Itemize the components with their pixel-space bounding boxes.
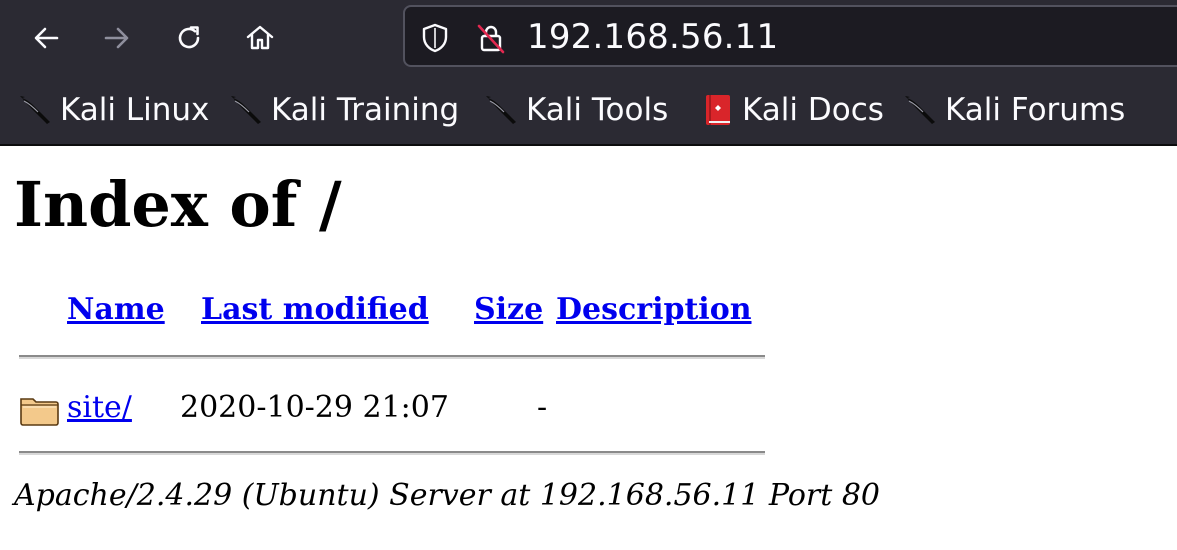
kali-dragon-icon: [486, 96, 516, 124]
kali-dragon-icon: [905, 96, 935, 124]
url-text[interactable]: 192.168.56.11: [527, 17, 778, 57]
page-content: Index of / Name Last modified Size Descr…: [0, 146, 1177, 550]
column-header-description[interactable]: Description: [556, 292, 752, 327]
bookmarks-toolbar: Kali Linux Kali Training Kali Tools Kali…: [0, 76, 1177, 146]
home-button[interactable]: [240, 18, 280, 58]
bookmark-kali-linux[interactable]: Kali Linux: [18, 90, 209, 130]
kali-dragon-icon: [20, 96, 50, 124]
arrow-left-icon: [34, 27, 59, 49]
divider: [19, 355, 765, 359]
insecure-lock-icon[interactable]: [475, 22, 507, 54]
bookmark-label: Kali Forums: [945, 92, 1126, 128]
reload-icon: [178, 26, 200, 49]
kali-docs-book-icon: [706, 95, 730, 125]
bookmark-kali-forums[interactable]: Kali Forums: [903, 90, 1125, 130]
browser-toolbar: 192.168.56.11: [0, 0, 1177, 76]
shield-icon[interactable]: [419, 22, 451, 54]
address-bar[interactable]: 192.168.56.11: [403, 5, 1177, 67]
reload-button[interactable]: [169, 18, 209, 58]
bookmark-label: Kali Docs: [742, 92, 884, 128]
file-link-site[interactable]: site/: [67, 390, 132, 425]
size-value: -: [537, 390, 548, 425]
bookmark-kali-docs[interactable]: Kali Docs: [700, 90, 884, 130]
back-button[interactable]: [26, 18, 66, 58]
bookmark-label: Kali Linux: [60, 92, 210, 128]
forward-button[interactable]: [97, 18, 137, 58]
bookmark-label: Kali Training: [271, 92, 460, 128]
column-header-last-modified[interactable]: Last modified: [201, 292, 429, 327]
column-header-size[interactable]: Size: [474, 292, 543, 327]
page-title: Index of /: [14, 168, 342, 241]
server-signature: Apache/2.4.29 (Ubuntu) Server at 192.168…: [14, 478, 881, 513]
divider: [19, 451, 765, 455]
home-icon: [246, 25, 274, 50]
bookmark-label: Kali Tools: [526, 92, 669, 128]
bookmark-kali-training[interactable]: Kali Training: [229, 90, 459, 130]
bookmark-kali-tools[interactable]: Kali Tools: [484, 90, 668, 130]
arrow-right-icon: [104, 27, 129, 49]
kali-dragon-icon: [231, 96, 261, 124]
last-modified-value: 2020-10-29 21:07: [180, 390, 449, 425]
column-header-name[interactable]: Name: [67, 292, 165, 327]
folder-icon: [20, 398, 59, 426]
